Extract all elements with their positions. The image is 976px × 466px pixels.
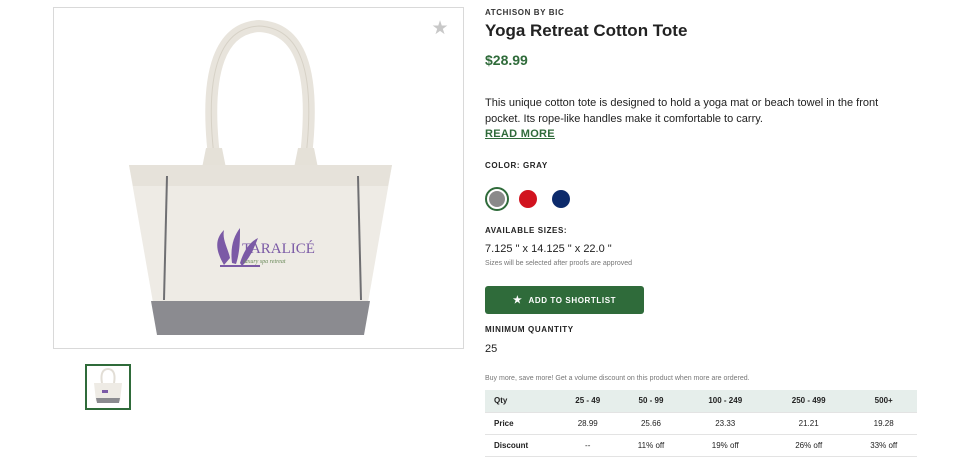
row-label: Qty <box>485 390 557 413</box>
thumbnail-image <box>94 367 122 403</box>
table-cell: 28.99 <box>557 412 619 435</box>
row-label: Price <box>485 412 557 435</box>
shortlist-button-label: ADD TO SHORTLIST <box>528 295 617 305</box>
favorite-star-icon[interactable]: ★ <box>430 19 450 39</box>
table-cell: 250 - 499 <box>766 390 851 413</box>
minimum-quantity-label: MINIMUM QUANTITY <box>485 325 574 334</box>
table-cell: 21.21 <box>766 412 851 435</box>
available-sizes-label: AVAILABLE SIZES: <box>485 226 568 235</box>
product-title: Yoga Retreat Cotton Tote <box>485 21 688 40</box>
product-description: This unique cotton tote is designed to h… <box>485 97 879 125</box>
color-swatch-navy[interactable] <box>552 190 570 208</box>
color-swatch-red[interactable] <box>519 190 537 208</box>
product-price: $28.99 <box>485 52 528 68</box>
tote-bag-image: TARALICÉ luxury spa retreat <box>129 19 392 335</box>
logo-tagline: luxury spa retreat <box>243 259 286 265</box>
table-cell: 11% off <box>618 434 684 457</box>
table-cell: 26% off <box>766 434 851 457</box>
table-cell: 33% off <box>850 434 917 457</box>
table-cell: 19% off <box>683 434 767 457</box>
product-thumbnail[interactable] <box>85 364 131 410</box>
table-row-qty: Qty 25 - 49 50 - 99 100 - 249 250 - 499 … <box>485 390 917 413</box>
volume-discount-note: Buy more, save more! Get a volume discou… <box>485 375 750 382</box>
table-cell: 500+ <box>850 390 917 413</box>
table-row-price: Price 28.99 25.66 23.33 21.21 19.28 <box>485 412 917 435</box>
row-label: Discount <box>485 434 557 457</box>
table-cell: 50 - 99 <box>618 390 684 413</box>
minimum-quantity-value: 25 <box>485 343 498 355</box>
table-row-discount: Discount -- 11% off 19% off 26% off 33% … <box>485 434 917 457</box>
product-image: TARALICÉ luxury spa retreat <box>53 7 464 349</box>
brand-name: ATCHISON BY BIC <box>485 8 565 17</box>
table-cell: 19.28 <box>850 412 917 435</box>
color-swatch-gray[interactable] <box>485 187 509 211</box>
table-cell: -- <box>557 434 619 457</box>
table-cell: 100 - 249 <box>683 390 767 413</box>
add-to-shortlist-button[interactable]: ★ ADD TO SHORTLIST <box>485 286 644 314</box>
table-cell: 23.33 <box>683 412 767 435</box>
size-value: 7.125 " x 14.125 " x 22.0 " <box>485 243 612 255</box>
color-label: COLOR: GRAY <box>485 161 548 170</box>
table-cell: 25 - 49 <box>557 390 619 413</box>
color-swatches <box>485 187 585 211</box>
logo-wordmark: TARALICÉ <box>242 240 315 257</box>
read-more-link[interactable]: READ MORE <box>485 128 555 140</box>
pricing-table: Qty 25 - 49 50 - 99 100 - 249 250 - 499 … <box>485 390 917 457</box>
sizes-note: Sizes will be selected after proofs are … <box>485 260 633 267</box>
table-cell: 25.66 <box>618 412 684 435</box>
star-icon: ★ <box>512 294 523 306</box>
